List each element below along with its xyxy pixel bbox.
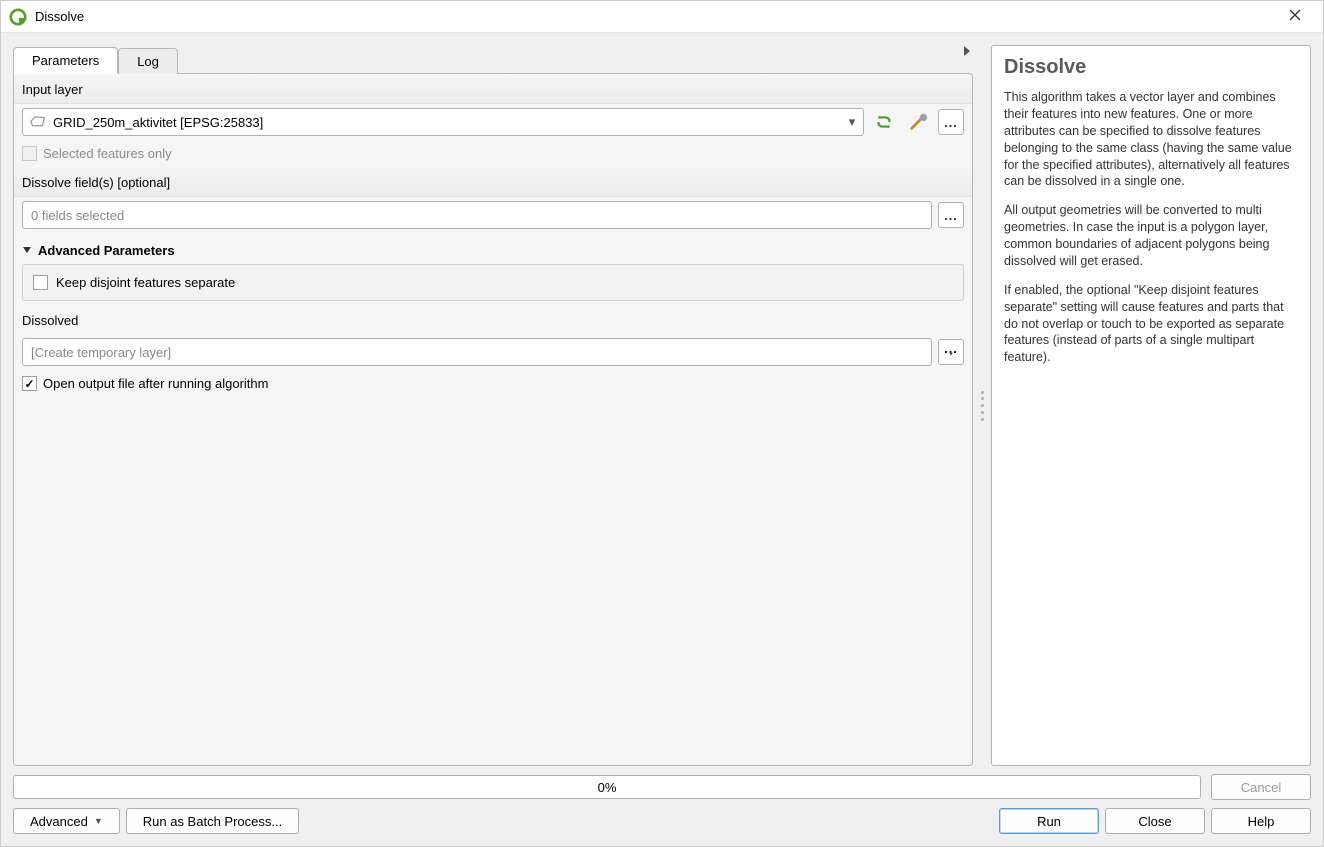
keep-disjoint-checkbox[interactable] (33, 275, 48, 290)
dissolved-output-browse-button[interactable]: ...▾ (938, 339, 964, 365)
iterate-button[interactable] (870, 108, 898, 136)
advanced-parameters-body: Keep disjoint features separate (22, 264, 964, 301)
open-output-checkbox[interactable] (22, 376, 37, 391)
polygon-layer-icon (29, 115, 47, 129)
help-pane: Dissolve This algorithm takes a vector l… (991, 45, 1311, 766)
selected-features-only-checkbox (22, 146, 37, 161)
help-button[interactable]: Help (1211, 808, 1311, 834)
help-paragraph: If enabled, the optional "Keep disjoint … (1004, 282, 1298, 366)
advanced-menu-label: Advanced (30, 814, 88, 829)
dissolved-output-label: Dissolved (14, 309, 972, 334)
run-batch-button[interactable]: Run as Batch Process... (126, 808, 299, 834)
splitter-handle[interactable] (979, 45, 985, 766)
close-button[interactable]: Close (1105, 808, 1205, 834)
progress-row: 0% Cancel (13, 774, 1311, 800)
advanced-parameters-toggle[interactable]: Advanced Parameters (14, 233, 972, 264)
open-output-label: Open output file after running algorithm (43, 376, 268, 391)
close-window-button[interactable] (1275, 9, 1315, 24)
progress-bar: 0% (13, 775, 1201, 799)
input-layer-browse-button[interactable]: ... (938, 109, 964, 135)
input-layer-combo[interactable]: GRID_250m_aktivitet [EPSG:25833] ▾ (22, 108, 864, 136)
help-paragraph: This algorithm takes a vector layer and … (1004, 89, 1298, 190)
dissolve-fields-browse-button[interactable]: ... (938, 202, 964, 228)
dissolved-output-placeholder: [Create temporary layer] (31, 345, 171, 360)
dialog-content: Parameters Log Input layer (1, 33, 1323, 846)
tab-log[interactable]: Log (118, 48, 178, 74)
tabs-row: Parameters Log (13, 45, 973, 73)
advanced-menu-button[interactable]: Advanced ▼ (13, 808, 120, 834)
dialog-window: Dissolve Parameters Log Input layer (0, 0, 1324, 847)
run-button[interactable]: Run (999, 808, 1099, 834)
button-row: Advanced ▼ Run as Batch Process... Run C… (13, 808, 1311, 834)
collapse-help-icon[interactable] (961, 45, 973, 60)
cancel-button: Cancel (1211, 774, 1311, 800)
left-pane: Parameters Log Input layer (13, 45, 973, 766)
titlebar: Dissolve (1, 1, 1323, 33)
qgis-icon (9, 8, 27, 26)
progress-text: 0% (598, 780, 617, 795)
dissolved-output-input[interactable]: [Create temporary layer] (22, 338, 932, 366)
dissolve-fields-label: Dissolve field(s) [optional] (14, 167, 972, 197)
selected-features-only-label: Selected features only (43, 146, 172, 161)
dissolve-fields-value: 0 fields selected (31, 208, 124, 223)
input-layer-value: GRID_250m_aktivitet [EPSG:25833] (53, 115, 841, 130)
chevron-down-icon: ▼ (94, 816, 103, 826)
chevron-down-icon: ▾ (847, 114, 857, 130)
advanced-parameters-label: Advanced Parameters (38, 243, 175, 258)
parameters-panel: Input layer GRID_250m_aktivitet [EPSG:25… (13, 73, 973, 766)
keep-disjoint-label: Keep disjoint features separate (56, 275, 235, 290)
advanced-options-button[interactable] (904, 108, 932, 136)
tab-parameters[interactable]: Parameters (13, 47, 118, 74)
dissolve-fields-input[interactable]: 0 fields selected (22, 201, 932, 229)
window-title: Dissolve (35, 9, 84, 24)
help-title: Dissolve (1004, 56, 1298, 79)
upper-area: Parameters Log Input layer (13, 45, 1311, 766)
input-layer-label: Input layer (14, 74, 972, 104)
chevron-down-icon (22, 243, 32, 258)
help-paragraph: All output geometries will be converted … (1004, 202, 1298, 270)
